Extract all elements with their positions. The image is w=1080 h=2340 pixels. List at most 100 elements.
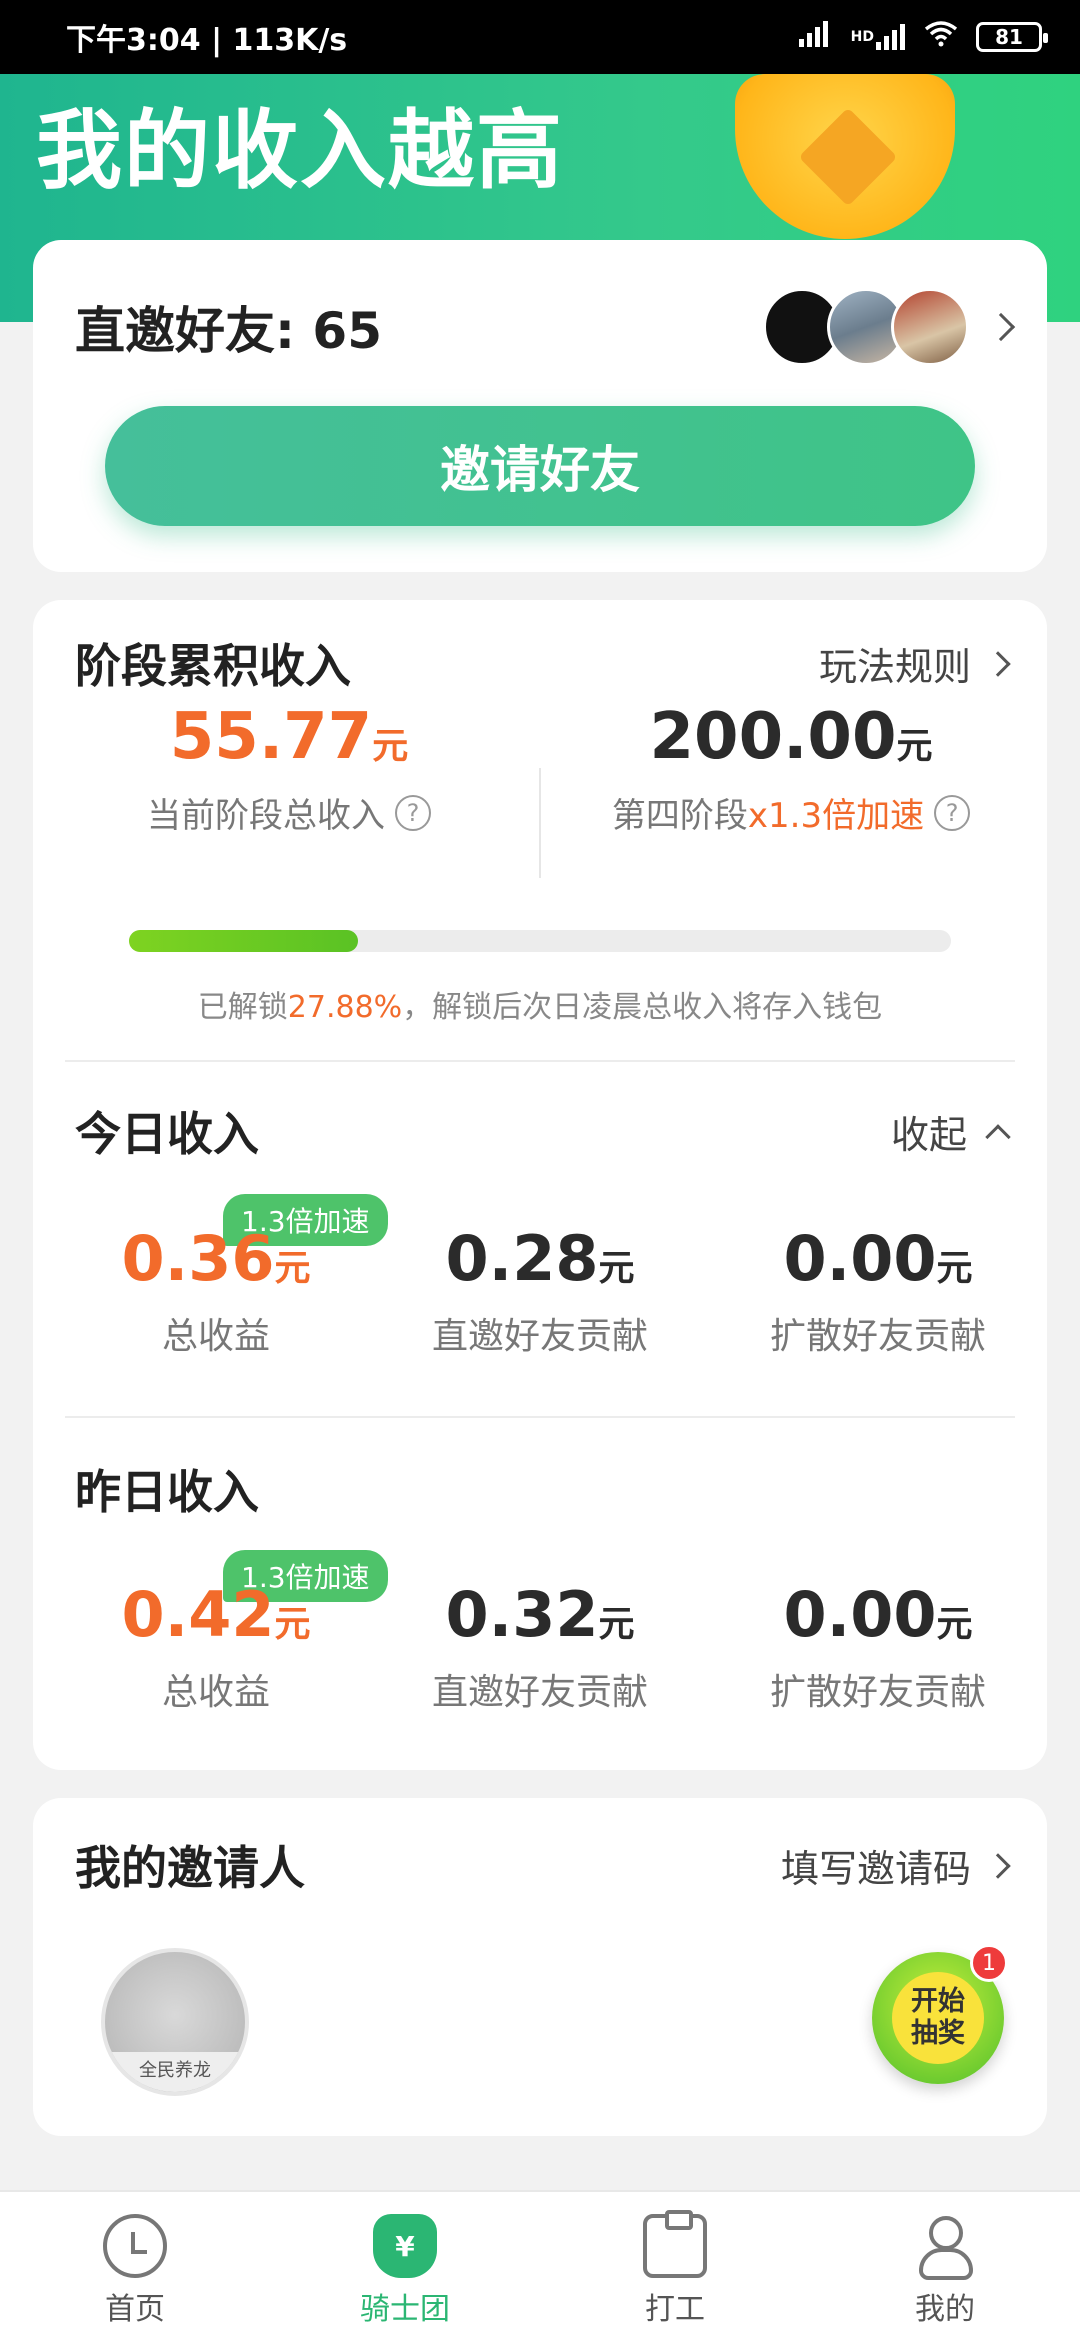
yesterday-spread-amount: 0.00 xyxy=(783,1578,937,1651)
stage-target-label: 第四阶段 x1.3倍加速 ? xyxy=(541,788,1041,837)
today-direct-label: 直邀好友贡献 xyxy=(431,1316,648,1357)
stage-name: 第四阶段 xyxy=(611,796,748,836)
start-lottery-button[interactable]: 开始 抽奖 1 xyxy=(872,1944,1008,2084)
inviter-avatar[interactable]: 全民养龙 xyxy=(101,1948,249,2096)
yesterday-spread: 0.00元 扩散好友贡献 xyxy=(713,1578,1043,1715)
chevron-right-icon xyxy=(985,650,1011,677)
page-title: 我的收入越高 xyxy=(36,101,564,201)
status-icons: HD 81 xyxy=(798,19,1048,55)
bottom-nav: 首页 ¥ 骑士团 打工 我的 xyxy=(0,2190,1080,2340)
today-spread-amount: 0.00 xyxy=(783,1222,937,1295)
status-time-speed: 下午3:04 | 113K/s xyxy=(66,23,348,58)
yesterday-direct: 0.32元 直邀好友贡献 xyxy=(375,1578,705,1715)
currency-unit: 元 xyxy=(598,1248,635,1289)
currency-unit: 元 xyxy=(936,1604,973,1645)
unlock-progress-bar xyxy=(129,930,951,952)
stage-speedup: x1.3倍加速 xyxy=(747,796,925,836)
yesterday-total-amount: 0.42 xyxy=(121,1578,275,1651)
battery-icon: 81 xyxy=(976,22,1048,52)
direct-friends-count: 直邀好友: 65 xyxy=(75,302,382,360)
network-type: HD xyxy=(850,29,874,45)
yesterday-direct-amount: 0.32 xyxy=(445,1578,599,1651)
unlock-prefix: 已解锁 xyxy=(197,990,288,1025)
today-direct: 0.28元 直邀好友贡献 xyxy=(375,1222,705,1359)
rules-link[interactable]: 玩法规则 xyxy=(818,636,1011,691)
yesterday-direct-value: 0.32元 xyxy=(375,1578,705,1651)
nav-label-mine: 我的 xyxy=(915,2292,975,2327)
user-icon xyxy=(913,2214,977,2280)
rules-link-label: 玩法规则 xyxy=(818,645,971,689)
my-inviter-title: 我的邀请人 xyxy=(75,1841,305,1895)
current-stage-label: 当前阶段总收入 ? xyxy=(39,788,539,837)
yesterday-total-label: 总收益 xyxy=(161,1672,270,1713)
money-bag-icon xyxy=(735,74,965,244)
unlock-percent: 27.88% xyxy=(287,990,403,1025)
chevron-up-icon xyxy=(985,1123,1011,1150)
stage-target-income: 200.00元 第四阶段 x1.3倍加速 ? xyxy=(541,700,1041,837)
nav-label-home: 首页 xyxy=(105,2292,165,2327)
chevron-right-icon xyxy=(986,312,1016,342)
unlock-description: 已解锁27.88%，解锁后次日凌晨总收入将存入钱包 xyxy=(33,982,1047,1026)
section-divider xyxy=(65,1060,1015,1062)
lottery-icon: 开始 抽奖 xyxy=(892,1972,984,2064)
unlock-progress-fill xyxy=(129,930,359,952)
lottery-label-line1: 开始 xyxy=(911,1986,965,2017)
lottery-label-line2: 抽奖 xyxy=(911,2018,965,2049)
stage-target-value: 200.00元 xyxy=(541,700,1041,774)
yesterday-total: 0.42元 总收益 xyxy=(51,1578,381,1715)
today-direct-amount: 0.28 xyxy=(445,1222,599,1295)
section-divider xyxy=(65,1416,1015,1418)
signal-icon xyxy=(798,20,833,55)
clipboard-icon xyxy=(643,2210,707,2278)
currency-unit: 元 xyxy=(896,726,933,767)
friend-avatars[interactable] xyxy=(763,288,1016,366)
battery-level: 81 xyxy=(995,25,1023,49)
help-icon[interactable]: ? xyxy=(934,794,971,831)
yesterday-income-title: 昨日收入 xyxy=(75,1465,259,1519)
yesterday-spread-label: 扩散好友贡献 xyxy=(769,1672,986,1713)
avatar xyxy=(891,288,969,366)
fill-invite-code-link[interactable]: 填写邀请码 xyxy=(780,1838,1011,1893)
status-bar: 下午3:04 | 113K/s HD 81 xyxy=(0,0,1080,74)
money-bag-icon: ¥ xyxy=(373,2214,437,2278)
nav-label-knights: 骑士团 xyxy=(360,2292,450,2327)
today-spread: 0.00元 扩散好友贡献 xyxy=(713,1222,1043,1359)
current-stage-income: 55.77元 当前阶段总收入 ? xyxy=(39,700,539,837)
unlock-suffix: ，解锁后次日凌晨总收入将存入钱包 xyxy=(402,990,883,1025)
chevron-right-icon xyxy=(985,1852,1011,1879)
direct-friends-row[interactable]: 直邀好友: 65 xyxy=(75,288,1016,366)
today-total-amount: 0.36 xyxy=(121,1222,275,1295)
nav-item-work[interactable]: 打工 xyxy=(540,2192,810,2340)
current-stage-value: 55.77元 xyxy=(39,700,539,774)
today-total-value: 0.36元 xyxy=(51,1222,381,1295)
collapse-label: 收起 xyxy=(890,1113,967,1157)
today-total-label: 总收益 xyxy=(161,1316,270,1357)
collapse-toggle[interactable]: 收起 xyxy=(890,1104,1011,1159)
fill-invite-code-label: 填写邀请码 xyxy=(780,1847,971,1891)
stage-income-title: 阶段累积收入 xyxy=(75,639,351,693)
yesterday-spread-value: 0.00元 xyxy=(713,1578,1043,1651)
help-icon[interactable]: ? xyxy=(395,794,431,831)
notification-badge: 1 xyxy=(970,1944,1008,1982)
currency-unit: 元 xyxy=(274,1604,311,1645)
income-card: 阶段累积收入 玩法规则 55.77元 当前阶段总收入 ? 200.00元 第四阶… xyxy=(33,600,1047,1770)
currency-unit: 元 xyxy=(598,1604,635,1645)
currency-unit: 元 xyxy=(936,1248,973,1289)
nav-label-work: 打工 xyxy=(645,2292,705,2327)
today-income-title: 今日收入 xyxy=(75,1107,259,1161)
yesterday-direct-label: 直邀好友贡献 xyxy=(431,1672,648,1713)
hd-signal-icon: HD xyxy=(851,24,906,50)
today-direct-value: 0.28元 xyxy=(375,1222,705,1295)
invite-card: 直邀好友: 65 邀请好友 xyxy=(33,240,1047,572)
nav-item-mine[interactable]: 我的 xyxy=(810,2192,1080,2340)
wifi-icon xyxy=(924,19,958,55)
nav-item-home[interactable]: 首页 xyxy=(0,2192,270,2340)
currency-unit: 元 xyxy=(372,726,409,767)
invite-friends-button[interactable]: 邀请好友 xyxy=(105,406,975,526)
nav-item-knights[interactable]: ¥ 骑士团 xyxy=(270,2192,540,2340)
stage-target-amount: 200.00 xyxy=(649,700,897,774)
inviter-avatar-caption: 全民养龙 xyxy=(105,2052,245,2092)
currency-unit: 元 xyxy=(274,1248,311,1289)
today-spread-label: 扩散好友贡献 xyxy=(769,1316,986,1357)
today-total: 0.36元 总收益 xyxy=(51,1222,381,1359)
